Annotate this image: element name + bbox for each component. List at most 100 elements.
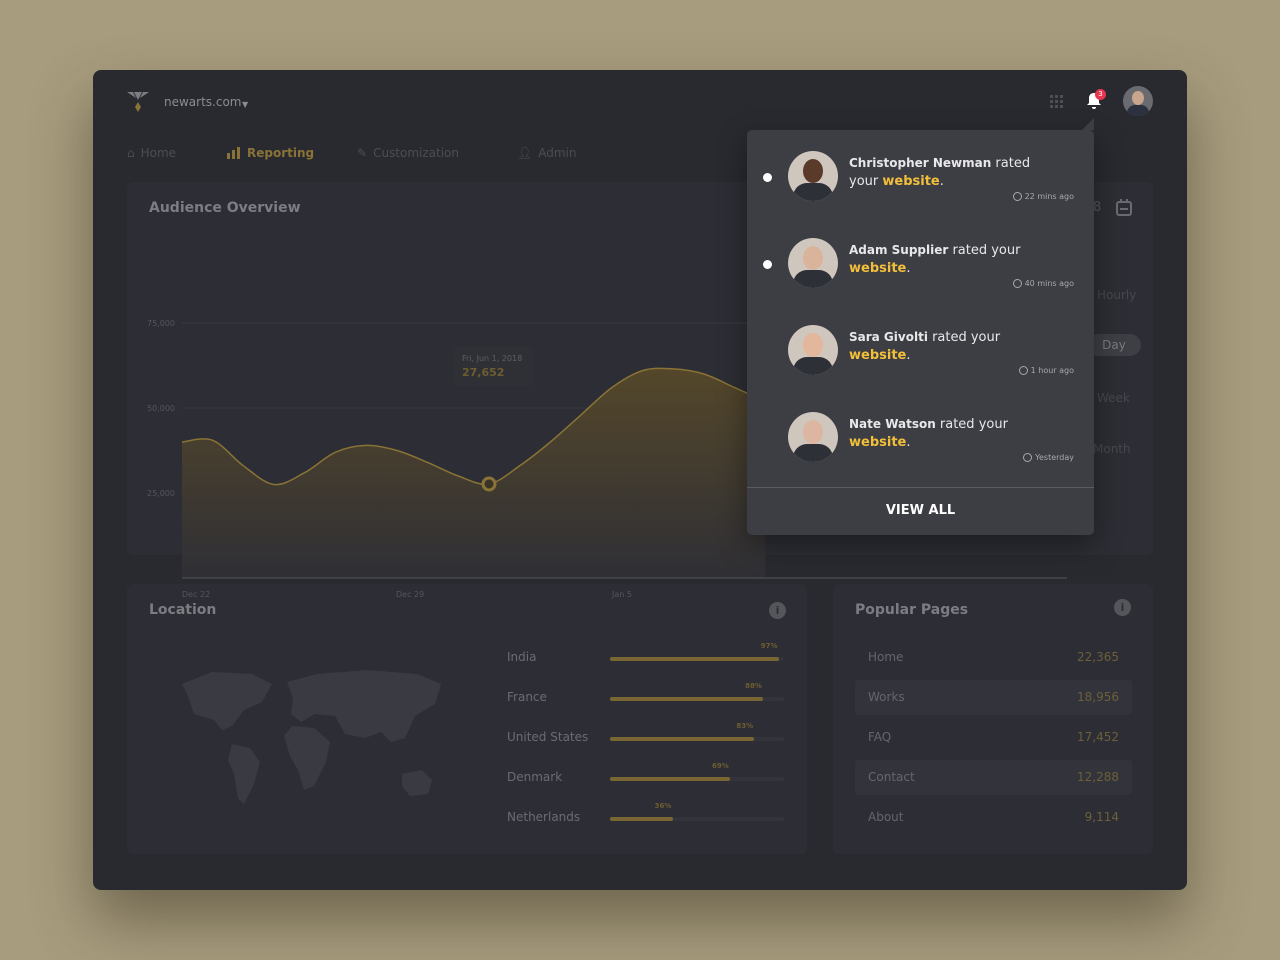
location-progress-bar (610, 817, 784, 821)
highlighted-point[interactable] (481, 476, 497, 492)
location-percent: 88% (745, 682, 762, 690)
location-percent: 69% (712, 762, 729, 770)
clock-icon (1012, 192, 1022, 201)
progress-fill (610, 657, 779, 661)
nav-reporting[interactable]: Reporting (227, 146, 314, 160)
notification-message: Sara Givolti rated your website. (849, 330, 1001, 363)
nav-home[interactable]: ⌂ Home (127, 146, 176, 160)
info-icon[interactable]: i (769, 602, 786, 619)
notification-time: Yesterday (1023, 453, 1074, 462)
location-country: India (507, 650, 537, 664)
notification-item[interactable]: Sara Givolti rated your website. 1 hour … (747, 304, 1094, 391)
tools-icon: ✎ (357, 146, 368, 160)
notifications-button[interactable]: 3 (1086, 89, 1106, 114)
popular-page-row[interactable]: Contact 12,288 (855, 760, 1132, 795)
page-name: Home (868, 650, 904, 664)
user-icon: 👤︎ (517, 146, 533, 160)
calendar-icon[interactable] (1116, 199, 1132, 216)
location-progress-bar (610, 697, 784, 701)
notification-message: Christopher Newman rated your website. (849, 156, 1031, 189)
time-option-month[interactable]: Month (1093, 442, 1131, 456)
progress-fill (610, 697, 764, 701)
notification-item[interactable]: Christopher Newman rated your website. 2… (747, 130, 1094, 217)
location-progress-bar (610, 657, 784, 661)
location-percent: 83% (736, 722, 754, 730)
nav-label: Admin (538, 146, 577, 160)
location-country: Denmark (507, 770, 563, 784)
y-tick: 50,000 (147, 404, 175, 413)
notification-time: 22 mins ago (1012, 192, 1074, 201)
user-avatar[interactable] (1123, 86, 1153, 116)
unread-dot-icon (763, 260, 772, 269)
notification-avatar (788, 412, 838, 462)
popular-page-row[interactable]: FAQ 17,452 (855, 720, 1132, 755)
notification-avatar (788, 238, 838, 288)
location-percent: 36% (654, 802, 672, 810)
notification-item[interactable]: Nate Watson rated your website. Yesterda… (747, 391, 1094, 478)
website-link[interactable]: website (849, 348, 906, 363)
clock-icon (1012, 279, 1022, 288)
nav-admin[interactable]: 👤︎ Admin (517, 146, 576, 160)
site-selector[interactable]: newarts.com (164, 95, 242, 109)
nav-customization[interactable]: ✎ Customization (357, 146, 459, 160)
apps-grid-icon[interactable] (1050, 95, 1064, 109)
time-option-hourly[interactable]: Hourly (1097, 288, 1136, 302)
notification-item[interactable]: Adam Supplier rated your website. 40 min… (747, 217, 1094, 304)
nav-label: Customization (373, 146, 460, 160)
popular-pages-card: Popular Pages i Home 22,365 Works 18,956 FAQ… (833, 584, 1153, 854)
popular-page-row[interactable]: About 9,114 (855, 800, 1132, 835)
progress-fill (610, 737, 755, 741)
website-link[interactable]: website (849, 261, 906, 276)
website-link[interactable]: website (882, 174, 939, 189)
time-option-day[interactable]: Day (1087, 334, 1141, 356)
page-views: 22,365 (1077, 650, 1119, 664)
popular-page-row[interactable]: Works 18,956 (855, 680, 1132, 715)
page-name: Contact (868, 770, 915, 784)
location-card: Location i India 97% France 88% United Sta… (127, 584, 807, 854)
website-link[interactable]: website (849, 435, 906, 450)
progress-fill (610, 777, 731, 781)
progress-fill (610, 817, 673, 821)
notification-time: 40 mins ago (1012, 279, 1074, 288)
notifications-popup: Christopher Newman rated your website. 2… (747, 118, 1094, 535)
notification-message: Nate Watson rated your website. (849, 417, 1008, 450)
info-icon[interactable]: i (1114, 599, 1131, 616)
location-progress-bar (610, 777, 784, 781)
page-name: About (868, 810, 904, 824)
popular-page-row[interactable]: Home 22,365 (855, 640, 1132, 675)
tooltip-date: Fri, Jun 1, 2018 (462, 354, 523, 363)
notification-message: Adam Supplier rated your website. (849, 243, 1021, 276)
notification-time: 1 hour ago (1018, 366, 1074, 375)
y-tick: 25,000 (147, 489, 175, 498)
card-title: Popular Pages (855, 602, 969, 618)
nav-label: Home (140, 146, 177, 160)
page-name: Works (868, 690, 905, 704)
nav-label: Reporting (247, 146, 315, 160)
location-progress-bar (610, 737, 784, 741)
page-views: 9,114 (1084, 810, 1119, 824)
x-tick: Jan 5 (612, 590, 632, 599)
page-name: FAQ (868, 730, 892, 744)
location-country: United States (507, 730, 589, 744)
world-map (182, 670, 441, 804)
home-icon: ⌂ (127, 146, 135, 160)
unread-dot-icon (763, 173, 772, 182)
notification-badge: 3 (1095, 89, 1106, 100)
chart-tooltip: Fri, Jun 1, 2018 27,652 (454, 346, 534, 386)
x-tick: Dec 29 (396, 590, 425, 599)
notification-avatar (788, 151, 838, 201)
location-country: France (507, 690, 547, 704)
notification-avatar (788, 325, 838, 375)
card-title: Location (149, 602, 217, 618)
chevron-down-icon[interactable]: ▼ (242, 100, 248, 109)
location-country: Netherlands (507, 810, 581, 824)
time-option-week[interactable]: Week (1097, 391, 1130, 405)
date-range[interactable]: 8 (1093, 200, 1101, 215)
logo (127, 92, 149, 112)
x-tick: Dec 22 (182, 590, 211, 599)
view-all-button[interactable]: VIEW ALL (747, 487, 1094, 535)
chart-area (182, 368, 766, 578)
page-views: 18,956 (1077, 690, 1119, 704)
location-percent: 97% (760, 642, 778, 650)
bar-chart-icon (227, 147, 240, 159)
